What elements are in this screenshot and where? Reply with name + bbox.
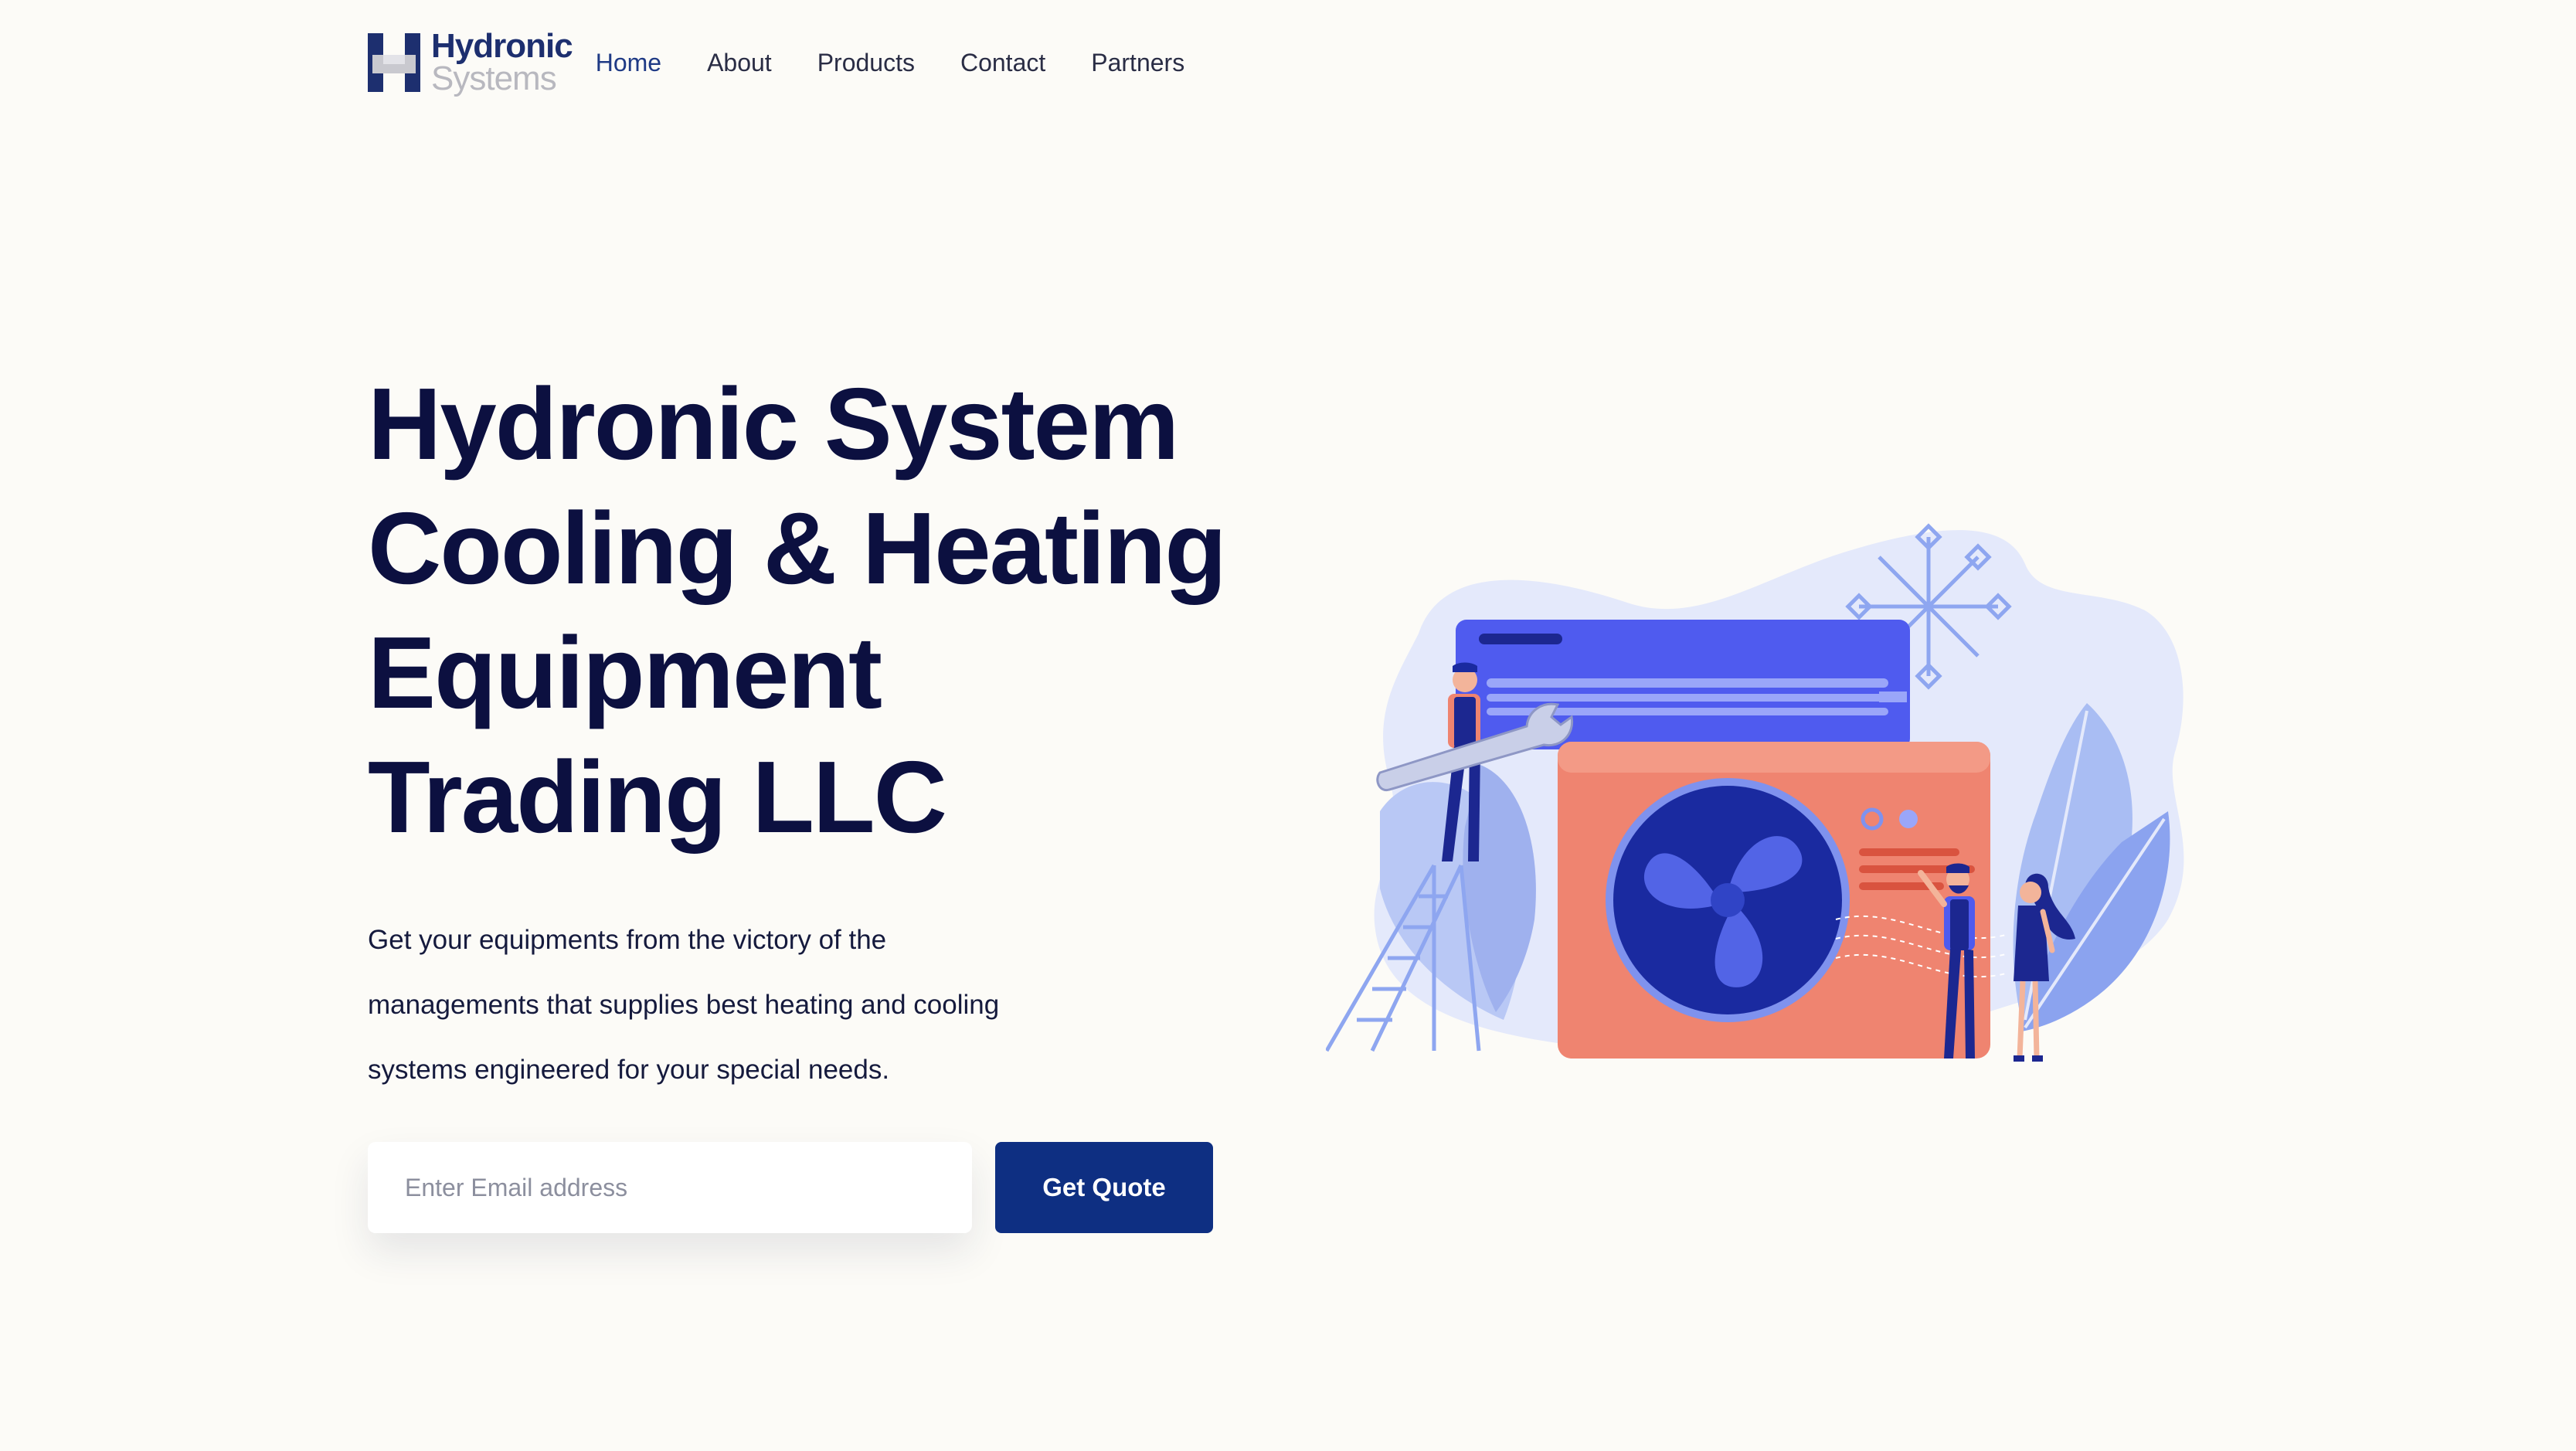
hero-title: Hydronic System Cooling & Heating Equipm…	[368, 362, 1264, 859]
brand-name-line2: Systems	[431, 59, 557, 97]
site-header: Hydronic Systems Home About Products Con…	[368, 28, 1184, 97]
nav-products[interactable]: Products	[817, 49, 915, 77]
email-input[interactable]	[368, 1142, 972, 1233]
hero-title-line: Trading LLC	[368, 740, 947, 854]
brand-name: Hydronic Systems	[431, 27, 573, 97]
hero-description-line: Get your equipments from the victory of …	[368, 925, 887, 955]
hero-title-line: Equipment	[368, 616, 882, 729]
hero-title-line: Hydronic System	[368, 367, 1179, 481]
nav-partners[interactable]: Partners	[1091, 49, 1184, 77]
hero-description: Get your equipments from the victory of …	[368, 908, 1125, 1103]
hero-description-line: managements that supplies best heating a…	[368, 990, 1000, 1020]
landing-page: Hydronic Systems Home About Products Con…	[0, 0, 2576, 1451]
h-logo-icon	[368, 33, 420, 92]
hero-description-line: systems engineered for your special need…	[368, 1055, 890, 1085]
nav-home[interactable]: Home	[596, 49, 661, 77]
brand-name-line1: Hydronic	[431, 27, 573, 66]
nav-about[interactable]: About	[707, 49, 772, 77]
main-nav: Home About Products Contact Partners	[596, 49, 1184, 77]
brand-logo[interactable]: Hydronic Systems	[368, 27, 573, 97]
hero-title-line: Cooling & Heating	[368, 491, 1227, 605]
get-quote-button[interactable]: Get Quote	[995, 1142, 1213, 1233]
nav-contact[interactable]: Contact	[960, 49, 1045, 77]
quote-form: Get Quote	[368, 1142, 1213, 1233]
hvac-technicians-illustration	[1326, 523, 2184, 1062]
